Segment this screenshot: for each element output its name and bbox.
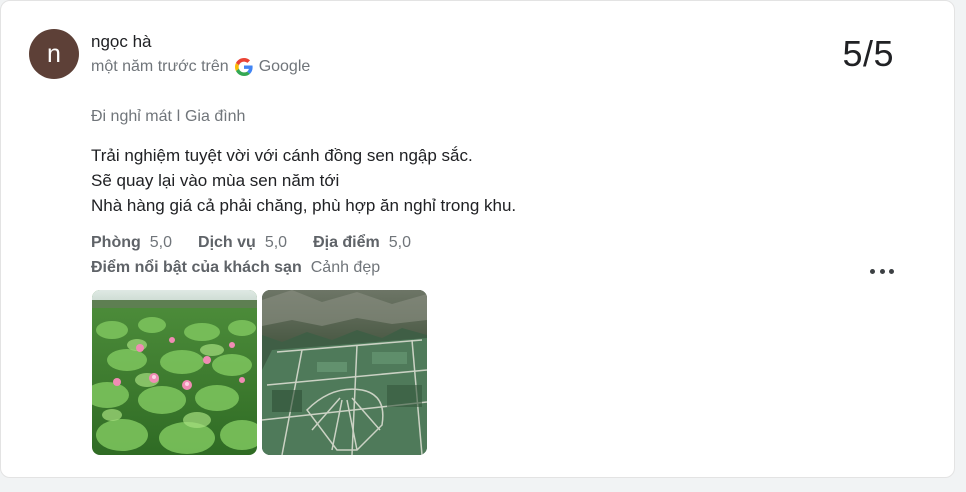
rating-value-location: 5,0 — [388, 234, 411, 251]
highlight-value: Cảnh đẹp — [310, 259, 381, 276]
avatar[interactable]: n — [29, 29, 79, 79]
rating-value-service: 5,0 — [264, 234, 288, 251]
highlight-label: Điểm nổi bật của khách sạn — [91, 259, 302, 276]
rating-label-service: Dịch vụ — [198, 234, 256, 251]
review-time: một năm trước trên — [91, 58, 229, 75]
rating-label-location: Địa điểm — [313, 234, 380, 251]
aerial-lotus-field-photo[interactable] — [262, 290, 427, 455]
review-score: 5/5 — [842, 33, 894, 74]
trip-type: Đi nghỉ mát ǀ Gia đình — [91, 108, 246, 125]
sub-ratings: Phòng 5,0 Dịch vụ 5,0 Địa điểm 5,0 Điểm … — [91, 230, 437, 280]
review-line: Nhà hàng giá cả phải chăng, phù hợp ăn n… — [91, 196, 517, 215]
highlight-row: Điểm nổi bật của khách sạn Cảnh đẹp — [91, 255, 437, 280]
reviewer-name[interactable]: ngọc hà — [91, 32, 152, 52]
rating-value-room: 5,0 — [149, 234, 173, 251]
review-line: Trải nghiệm tuyệt vời với cánh đồng sen … — [91, 146, 473, 165]
review-card: n ngọc hà một năm trước trên Google 5/5 … — [0, 0, 955, 478]
rating-label-room: Phòng — [91, 234, 141, 251]
review-source: Google — [258, 58, 311, 75]
review-line: Sẽ quay lại vào mùa sen năm tới — [91, 171, 340, 190]
more-options-icon[interactable] — [870, 261, 894, 281]
google-icon — [234, 58, 253, 76]
review-text: Trải nghiệm tuyệt vời với cánh đồng sen … — [91, 143, 516, 218]
avatar-letter: n — [47, 39, 61, 68]
lotus-field-photo[interactable] — [92, 290, 257, 455]
review-meta: một năm trước trên Google — [91, 58, 310, 76]
ratings-row: Phòng 5,0 Dịch vụ 5,0 Địa điểm 5,0 — [91, 230, 437, 255]
